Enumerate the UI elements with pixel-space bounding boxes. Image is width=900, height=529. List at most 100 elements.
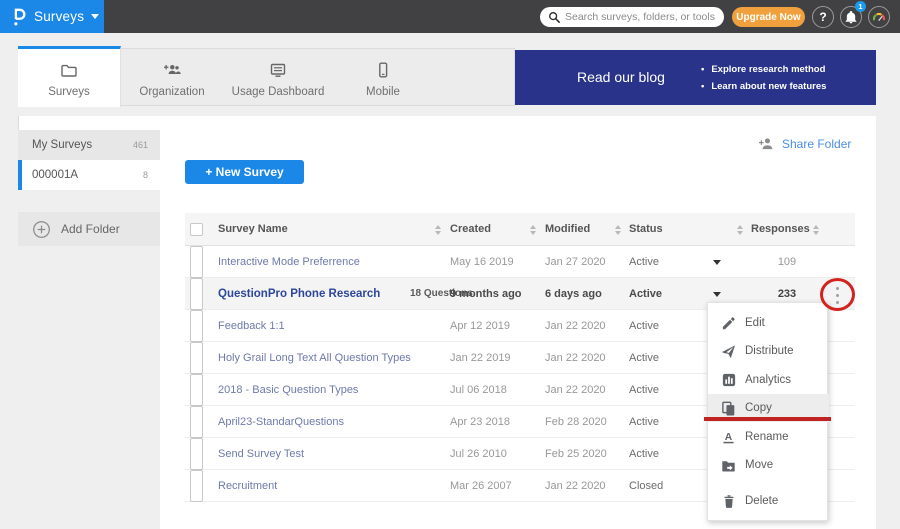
- table-row[interactable]: Interactive Mode Preferrence May 16 2019…: [185, 246, 855, 278]
- tab-usage-dashboard[interactable]: Usage Dashboard: [223, 46, 333, 107]
- survey-name-link[interactable]: Recruitment: [218, 470, 277, 502]
- sort-icon[interactable]: [737, 225, 744, 235]
- select-all-checkbox[interactable]: [190, 223, 203, 236]
- folder-count: 461: [133, 140, 148, 150]
- global-search[interactable]: [540, 7, 724, 27]
- sort-icon[interactable]: [530, 225, 537, 235]
- menu-item-label: Rename: [745, 431, 788, 443]
- add-folder-button[interactable]: Add Folder: [18, 212, 160, 246]
- header-survey-name[interactable]: Survey Name: [218, 213, 288, 246]
- help-button[interactable]: ?: [812, 6, 834, 28]
- app-label: Surveys: [34, 9, 84, 24]
- move-folder-icon: [721, 458, 736, 473]
- share-person-icon: [758, 136, 775, 151]
- organization-people-icon: [163, 62, 181, 78]
- folder-icon: [60, 62, 78, 78]
- rename-icon: A: [721, 430, 736, 445]
- blog-banner[interactable]: Read our blog Explore research method Le…: [515, 50, 876, 105]
- survey-name-link[interactable]: QuestionPro Phone Research: [218, 278, 380, 310]
- search-input[interactable]: [565, 11, 715, 23]
- header-responses[interactable]: Responses: [751, 213, 810, 246]
- banner-title: Read our blog: [577, 50, 665, 105]
- chevron-down-icon: [91, 14, 99, 19]
- cell-modified: Feb 25 2020: [545, 438, 607, 470]
- chevron-down-icon: [713, 292, 721, 297]
- survey-name-link[interactable]: Send Survey Test: [218, 438, 304, 470]
- row-actions-menu: Edit Distribute Analytics Copy A Rename: [707, 302, 828, 521]
- notification-count-badge: 1: [855, 1, 866, 12]
- row-actions-button[interactable]: [833, 287, 842, 304]
- pencil-icon: [721, 316, 736, 331]
- menu-item-label: Analytics: [745, 374, 791, 386]
- sidebar-item-000001A[interactable]: 000001A 8: [18, 160, 160, 190]
- header-created[interactable]: Created: [450, 213, 491, 246]
- menu-item-distribute[interactable]: Distribute: [708, 337, 829, 365]
- menu-item-label: Distribute: [745, 345, 794, 357]
- send-icon: [721, 344, 736, 359]
- cell-status: Active: [629, 246, 659, 278]
- new-survey-button[interactable]: + New Survey: [185, 160, 304, 184]
- app-menu-button[interactable]: Surveys: [0, 0, 104, 33]
- banner-bullet: Learn about new features: [701, 78, 826, 95]
- cell-created: Apr 12 2019: [450, 310, 510, 342]
- usage-meter-button[interactable]: [868, 6, 890, 28]
- menu-item-analytics[interactable]: Analytics: [708, 366, 829, 394]
- cell-status: Active: [629, 310, 659, 342]
- menu-item-rename[interactable]: A Rename: [708, 423, 829, 451]
- folder-label: My Surveys: [32, 139, 133, 151]
- survey-name-link[interactable]: Holy Grail Long Text All Question Types: [218, 342, 411, 374]
- copy-icon: [721, 401, 736, 416]
- survey-name-link[interactable]: April23-StandarQuestions: [218, 406, 344, 438]
- cell-responses[interactable]: 109: [765, 246, 809, 278]
- sort-icon[interactable]: [435, 225, 442, 235]
- tab-label: Usage Dashboard: [232, 86, 325, 98]
- header-status[interactable]: Status: [629, 213, 663, 246]
- questionpro-logo-icon: [11, 5, 27, 28]
- header-modified[interactable]: Modified: [545, 213, 590, 246]
- cell-modified: Feb 28 2020: [545, 406, 607, 438]
- tab-organization[interactable]: Organization: [121, 46, 223, 107]
- menu-item-copy[interactable]: Copy: [708, 394, 829, 422]
- upgrade-now-button[interactable]: Upgrade Now: [732, 7, 805, 27]
- chevron-down-icon: [713, 260, 721, 265]
- row-checkbox[interactable]: [190, 374, 203, 406]
- menu-item-edit[interactable]: Edit: [708, 309, 829, 337]
- cell-status: Active: [629, 342, 659, 374]
- sort-icon[interactable]: [813, 225, 820, 235]
- row-checkbox[interactable]: [190, 278, 203, 310]
- menu-item-delete[interactable]: Delete: [708, 487, 829, 515]
- analytics-icon: [721, 373, 736, 388]
- cell-created: Jul 26 2010: [450, 438, 507, 470]
- smartphone-icon: [374, 62, 392, 78]
- cell-created: May 16 2019: [450, 246, 514, 278]
- cell-status: Closed: [629, 470, 663, 502]
- share-folder-button[interactable]: Share Folder: [758, 136, 851, 151]
- row-checkbox[interactable]: [190, 406, 203, 438]
- menu-item-move[interactable]: Move: [708, 451, 829, 479]
- sidebar-item-my-surveys[interactable]: My Surveys 461: [18, 130, 160, 160]
- dashboard-icon: [269, 62, 287, 78]
- row-checkbox[interactable]: [190, 342, 203, 374]
- row-checkbox[interactable]: [190, 310, 203, 342]
- tab-label: Surveys: [48, 86, 90, 98]
- cell-created: Jul 06 2018: [450, 374, 507, 406]
- folder-count: 8: [143, 170, 148, 180]
- survey-name-link[interactable]: 2018 - Basic Question Types: [218, 374, 358, 406]
- cell-status: Active: [629, 278, 662, 310]
- cell-modified: Jan 22 2020: [545, 342, 606, 374]
- cell-created: Jan 22 2019: [450, 342, 511, 374]
- bell-icon: [845, 11, 857, 24]
- status-dropdown-caret[interactable]: [713, 246, 725, 278]
- cell-status: Active: [629, 406, 659, 438]
- row-checkbox[interactable]: [190, 246, 203, 278]
- sort-icon[interactable]: [615, 225, 622, 235]
- row-checkbox[interactable]: [190, 438, 203, 470]
- gauge-icon: [872, 11, 886, 23]
- survey-name-link[interactable]: Feedback 1:1: [218, 310, 285, 342]
- module-tab-strip: Surveys Organization Usage Dashboard: [18, 48, 515, 106]
- survey-name-link[interactable]: Interactive Mode Preferrence: [218, 246, 360, 278]
- tab-surveys[interactable]: Surveys: [18, 46, 121, 107]
- cell-modified: Jan 22 2020: [545, 470, 606, 502]
- tab-mobile[interactable]: Mobile: [333, 46, 433, 107]
- row-checkbox[interactable]: [190, 470, 203, 502]
